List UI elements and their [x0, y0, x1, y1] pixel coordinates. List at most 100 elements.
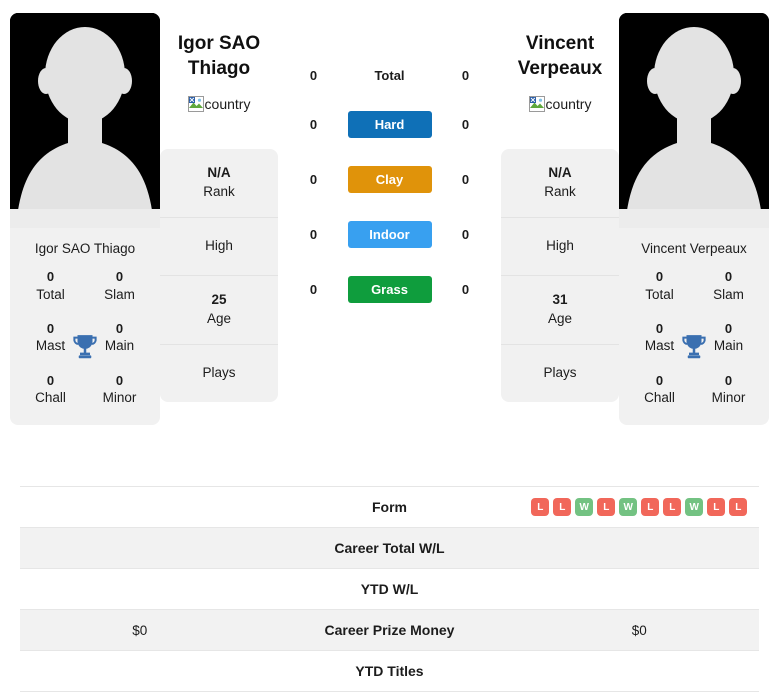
player-info-box-right: N/A Rank High 31 Age Plays	[501, 149, 619, 402]
rank-value: N/A	[207, 165, 231, 181]
country-flag-right: country	[528, 95, 592, 113]
player-info-box-left: N/A Rank High 25 Age Plays	[160, 149, 278, 402]
comparison-stats-table: Form LLWLWLLWLL Career Total W/L YTD W/L…	[20, 486, 759, 692]
broken-image-icon	[528, 96, 545, 113]
stat-label: Total	[645, 286, 674, 302]
form-badge-loss: L	[531, 498, 550, 516]
stat-row-label: Form	[372, 499, 407, 515]
age-label: Age	[547, 310, 573, 326]
info-row-rank: N/A Rank	[501, 149, 619, 219]
stat-value: 0	[46, 269, 55, 284]
high-label: High	[546, 238, 574, 254]
stat-cell: 0 Slam	[85, 268, 154, 304]
player-card-right[interactable]: Vincent Verpeaux 0 Total 0 Slam 0 Mast 0	[619, 13, 769, 426]
surface-row-hard: 0 Hard 0	[278, 111, 501, 138]
surface-row-total: 0 Total 0	[278, 68, 501, 83]
stat-value: 0	[46, 372, 55, 388]
stat-value: 0	[724, 269, 733, 284]
surface-badge-clay[interactable]: Clay	[347, 166, 432, 193]
stat-value: 0	[655, 372, 664, 388]
high-label: High	[205, 238, 233, 254]
stat-cell: 0 Slam	[694, 268, 763, 304]
stat-value: 0	[115, 372, 124, 388]
surface-score-left: 0	[309, 172, 318, 187]
surface-score-right: 0	[461, 172, 470, 187]
form-badge-loss: L	[597, 498, 616, 516]
surface-badge-grass[interactable]: Grass	[347, 276, 432, 303]
stat-cell: 0 Chall	[16, 372, 85, 408]
stat-cell: 0 Total	[625, 268, 694, 304]
form-badge-loss: L	[729, 498, 748, 516]
stat-cell: 0 Total	[16, 268, 85, 304]
stat-label: Chall	[35, 390, 66, 406]
stat-cell: 0 Minor	[85, 372, 154, 408]
player-photo-left	[10, 13, 160, 228]
stat-row-label: YTD W/L	[360, 581, 419, 597]
stat-right-value: $0	[631, 622, 647, 638]
age-value: 25	[211, 292, 227, 308]
info-row-age: 31 Age	[501, 276, 619, 345]
surface-row-clay: 0 Clay 0	[278, 166, 501, 193]
country-alt-text: country	[204, 96, 251, 113]
surface-score-right: 0	[461, 68, 470, 83]
table-row: YTD Titles	[20, 651, 759, 692]
player-card-name-right: Vincent Verpeaux	[641, 241, 747, 256]
stat-right-value: LLWLWLLWLL	[520, 498, 760, 516]
trophy-icon	[682, 334, 706, 358]
form-badge-loss: L	[663, 498, 682, 516]
table-row: Form LLWLWLLWLL	[20, 487, 759, 528]
form-badge-win: W	[619, 498, 638, 516]
surface-score-left: 0	[309, 68, 318, 83]
table-row: $0 Career Prize Money $0	[20, 610, 759, 651]
player-name-left: Igor SAO Thiago	[177, 33, 261, 79]
form-badge-loss: L	[553, 498, 572, 516]
surface-score-right: 0	[461, 227, 470, 242]
surface-badge-hard[interactable]: Hard	[347, 111, 432, 138]
stat-row-label: YTD Titles	[355, 663, 424, 679]
surface-score-left: 0	[309, 282, 318, 297]
country-alt-text: country	[545, 96, 592, 113]
table-row: YTD W/L	[20, 569, 759, 610]
plays-label: Plays	[202, 364, 236, 380]
stat-label: Total	[36, 286, 65, 302]
surface-score-right: 0	[461, 117, 470, 132]
stat-row-label: Career Prize Money	[324, 622, 455, 638]
surface-badge-indoor[interactable]: Indoor	[347, 221, 432, 248]
title-stats-left: 0 Total 0 Slam 0 Mast 0 Main 0 Chall 0 M…	[10, 268, 160, 425]
player-info-right: Vincent Verpeaux country N/A Rank High 3…	[501, 10, 619, 402]
stat-cell: 0 Minor	[694, 372, 763, 408]
avatar-silhouette-icon	[10, 13, 160, 228]
player-card-left[interactable]: Igor SAO Thiago 0 Total 0 Slam 0 Mast 0 …	[10, 13, 160, 426]
age-label: Age	[206, 310, 232, 326]
rank-label: Rank	[544, 184, 576, 200]
form-badge-loss: L	[707, 498, 726, 516]
info-row-high: High	[501, 218, 619, 277]
stat-label: Slam	[104, 286, 135, 302]
stat-left-value: $0	[132, 622, 148, 638]
stat-value: 0	[724, 372, 733, 388]
avatar-silhouette-icon	[619, 13, 769, 228]
surface-row-indoor: 0 Indoor 0	[278, 221, 501, 248]
surface-score-left: 0	[309, 117, 318, 132]
surface-row-grass: 0 Grass 0	[278, 276, 501, 303]
stat-label: Minor	[711, 390, 746, 406]
player-card-name-left: Igor SAO Thiago	[34, 241, 136, 256]
rank-value: N/A	[548, 165, 572, 181]
surface-badge-total: Total	[374, 68, 405, 83]
stat-row-label: Career Total W/L	[334, 540, 445, 556]
stat-value: 0	[115, 269, 124, 284]
country-flag-left: country	[187, 95, 251, 113]
info-row-plays: Plays	[160, 345, 278, 402]
info-row-rank: N/A Rank	[160, 149, 278, 219]
form-badge-loss: L	[641, 498, 660, 516]
player-comparison-area: Igor SAO Thiago 0 Total 0 Slam 0 Mast 0 …	[0, 0, 779, 480]
form-badge-group: LLWLWLLWLL	[520, 498, 760, 516]
player-name-right: Vincent Verpeaux	[517, 33, 603, 79]
plays-label: Plays	[543, 364, 577, 380]
stat-label: Slam	[713, 286, 744, 302]
stat-value: 0	[655, 269, 664, 284]
surface-comparison-column: 0 Total 0 0 Hard 0 0 Clay 0 0 Indoor 0 0…	[278, 10, 501, 303]
broken-image-icon	[187, 96, 204, 113]
form-badge-win: W	[575, 498, 594, 516]
stat-label: Minor	[102, 390, 137, 406]
